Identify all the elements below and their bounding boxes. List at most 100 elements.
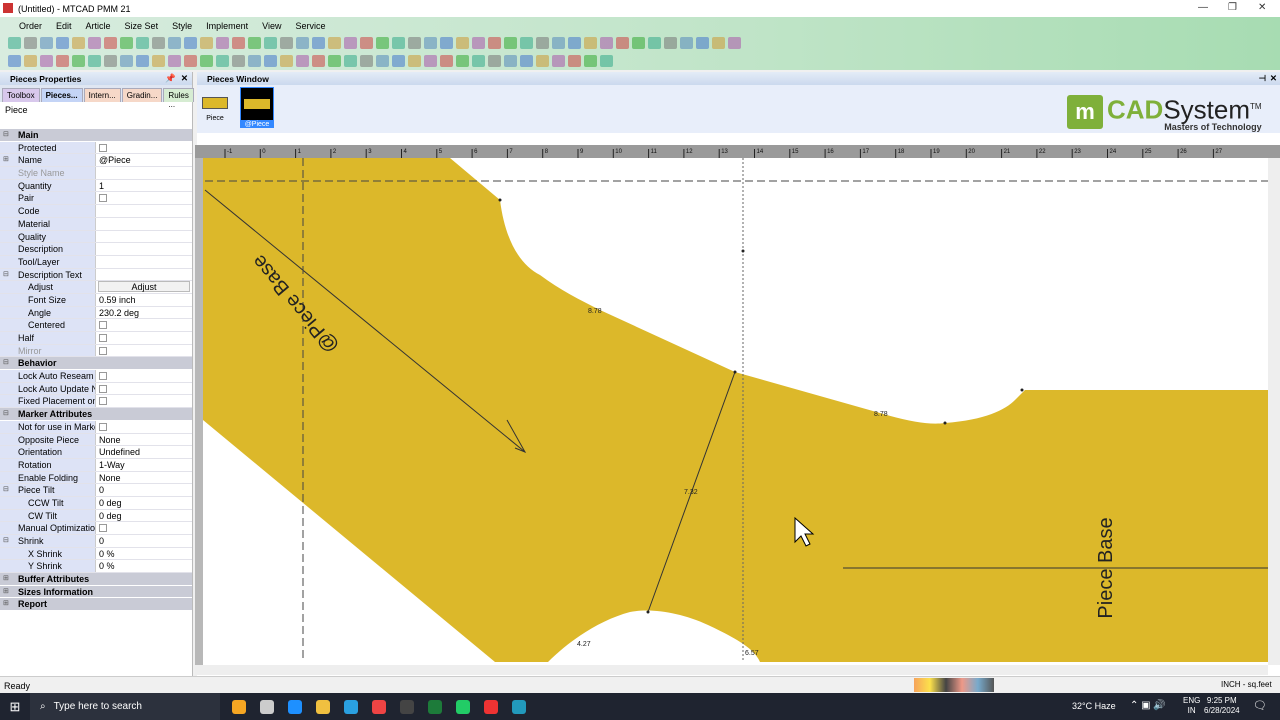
toolbar-button-icon[interactable] <box>296 55 309 67</box>
pin-icon[interactable]: ⊣ <box>1259 73 1266 84</box>
toolbar-button-icon[interactable] <box>344 37 357 49</box>
taskbar-app-icon[interactable] <box>484 699 498 714</box>
toolbar-button-icon[interactable] <box>680 37 693 49</box>
tab-3[interactable]: Gradin... <box>121 88 163 102</box>
status-icons[interactable] <box>914 678 994 692</box>
section-collapsed-0[interactable]: ⊞ Buffer Attributes <box>0 573 192 586</box>
toolbar-button-icon[interactable] <box>24 55 37 67</box>
toolbar-button-icon[interactable] <box>8 37 21 49</box>
toolbar-button-icon[interactable] <box>104 55 117 67</box>
horizontal-scrollbar[interactable] <box>195 665 1268 675</box>
language-indicator[interactable]: ENG IN <box>1183 696 1200 716</box>
property-value[interactable]: 0.59 inch <box>96 294 192 306</box>
toolbar-button-icon[interactable] <box>264 55 277 67</box>
taskbar-app-icon[interactable] <box>316 699 330 714</box>
tab-2[interactable]: Intern... <box>83 88 121 102</box>
toolbar-button-icon[interactable] <box>648 37 661 49</box>
notifications-icon[interactable]: 🗨 <box>1253 699 1267 712</box>
section-collapsed-1[interactable]: ⊞ Sizes Information <box>0 585 192 599</box>
section-collapsed-2[interactable]: ⊞ Report <box>0 598 192 612</box>
section-main[interactable]: ⊟ Main <box>0 129 192 142</box>
toolbar-button-icon[interactable] <box>408 55 421 67</box>
toolbar-button-icon[interactable] <box>280 55 293 67</box>
property-value[interactable] <box>96 243 192 255</box>
toolbar-button-icon[interactable] <box>728 37 741 49</box>
property-value[interactable]: 1 <box>96 180 192 192</box>
menu-order[interactable]: Order <box>12 21 49 31</box>
toolbar-button-icon[interactable] <box>280 37 293 49</box>
toolbar-button-icon[interactable] <box>424 55 437 67</box>
toolbar-button-icon[interactable] <box>600 55 613 67</box>
tab-4[interactable]: Rules ... <box>163 88 194 109</box>
property-value[interactable] <box>96 218 192 230</box>
property-value[interactable]: None <box>96 434 192 446</box>
taskbar-app-icon[interactable] <box>428 699 442 714</box>
menu-view[interactable]: View <box>255 21 288 31</box>
menu-edit[interactable]: Edit <box>49 21 79 31</box>
taskbar-app-icon[interactable] <box>288 699 302 714</box>
toolbar-button-icon[interactable] <box>632 37 645 49</box>
property-value[interactable] <box>96 256 192 268</box>
toolbar-button-icon[interactable] <box>536 37 549 49</box>
checkbox[interactable] <box>99 384 107 393</box>
taskbar-app-icon[interactable] <box>260 699 274 714</box>
toolbar-button-icon[interactable] <box>152 37 165 49</box>
piece-thumb-piece[interactable]: Piece <box>200 91 230 131</box>
toolbar-button-icon[interactable] <box>200 37 213 49</box>
tab-0[interactable]: Toolbox <box>2 88 40 102</box>
close-window-icon[interactable]: ✕ <box>1270 73 1277 84</box>
property-value[interactable]: 0 deg <box>96 510 192 522</box>
toolbar-button-icon[interactable] <box>696 37 709 49</box>
toolbar-button-icon[interactable] <box>104 37 117 49</box>
toolbar-button-icon[interactable] <box>440 55 453 67</box>
restore-button[interactable]: ❐ <box>1228 2 1237 13</box>
checkbox[interactable] <box>99 524 107 533</box>
expand-icon[interactable]: ⊞ <box>3 598 9 610</box>
taskbar-app-icon[interactable] <box>456 699 470 714</box>
property-value[interactable]: 0 % <box>96 560 192 572</box>
toolbar-button-icon[interactable] <box>408 37 421 49</box>
toolbar-button-icon[interactable] <box>296 37 309 49</box>
toolbar-button-icon[interactable] <box>168 55 181 67</box>
toolbar-button-icon[interactable] <box>232 55 245 67</box>
toolbar-button-icon[interactable] <box>552 55 565 67</box>
close-button[interactable]: ✕ <box>1258 2 1266 13</box>
toolbar-button-icon[interactable] <box>24 37 37 49</box>
taskbar-search[interactable]: ⌕ Type here to search <box>30 693 220 720</box>
vertical-scrollbar[interactable] <box>1268 158 1280 665</box>
toolbar-button-icon[interactable] <box>120 55 133 67</box>
property-value[interactable]: 0 <box>96 535 192 547</box>
toolbar-button-icon[interactable] <box>472 37 485 49</box>
minimize-button[interactable]: — <box>1198 2 1208 13</box>
collapse-icon[interactable]: ⊟ <box>3 270 9 278</box>
toolbar-button-icon[interactable] <box>664 37 677 49</box>
toolbar-button-icon[interactable] <box>584 55 597 67</box>
toolbar-button-icon[interactable] <box>392 37 405 49</box>
menu-style[interactable]: Style <box>165 21 199 31</box>
toolbar-button-icon[interactable] <box>376 37 389 49</box>
property-value[interactable]: 0 <box>96 484 192 496</box>
toolbar-button-icon[interactable] <box>72 55 85 67</box>
toolbar-button-icon[interactable] <box>184 37 197 49</box>
expand-icon[interactable]: ⊞ <box>3 586 9 598</box>
toolbar-button-icon[interactable] <box>72 37 85 49</box>
property-value[interactable] <box>96 167 192 179</box>
adjust-button[interactable]: Adjust <box>98 281 190 293</box>
pin-icon[interactable]: 📌 <box>165 73 176 84</box>
toolbar-button-icon[interactable] <box>472 55 485 67</box>
property-value[interactable]: None <box>96 472 192 484</box>
toolbar-button-icon[interactable] <box>88 55 101 67</box>
taskbar-app-icon[interactable] <box>400 699 414 714</box>
toolbar-button-icon[interactable] <box>312 55 325 67</box>
toolbar-button-icon[interactable] <box>8 55 21 67</box>
checkbox[interactable] <box>99 334 107 342</box>
checkbox[interactable] <box>99 372 107 381</box>
toolbar-button-icon[interactable] <box>712 37 725 49</box>
toolbar-button-icon[interactable] <box>456 37 469 49</box>
toolbar-button-icon[interactable] <box>232 37 245 49</box>
close-panel-icon[interactable]: ✕ <box>181 73 188 84</box>
property-value[interactable]: 230.2 deg <box>96 307 192 319</box>
checkbox[interactable] <box>99 321 107 330</box>
toolbar-button-icon[interactable] <box>488 37 501 49</box>
toolbar-button-icon[interactable] <box>328 55 341 67</box>
